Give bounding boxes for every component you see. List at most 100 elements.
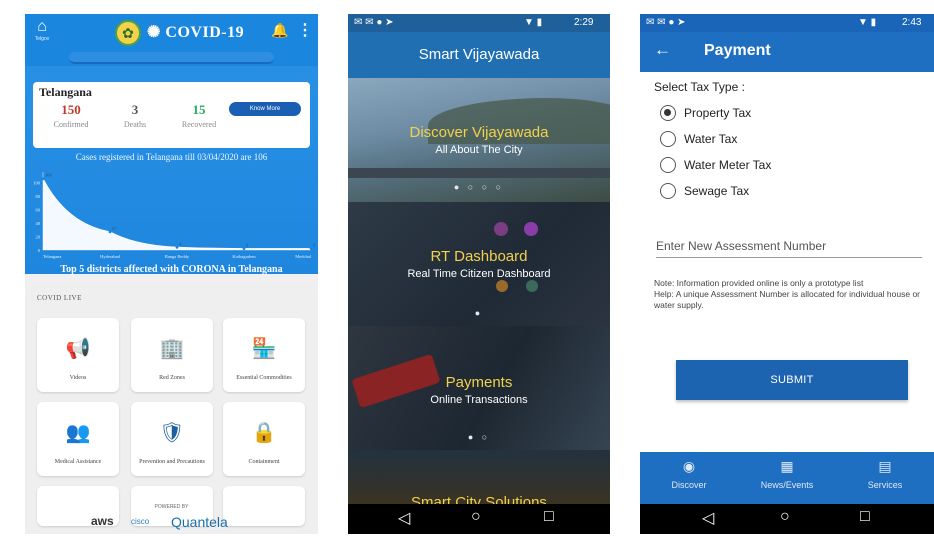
notification-bell-icon[interactable]: 🔔 xyxy=(271,22,288,39)
emblem-caption: Telgov xyxy=(34,36,50,42)
tile-videos[interactable]: 📢 Videos xyxy=(37,318,119,392)
x-tick-label: Medchal xyxy=(295,254,311,259)
store-icon: 🏪 xyxy=(251,338,277,360)
tile-label: Prevention and Precautions xyxy=(139,459,205,465)
rt-dashboard-subtitle: Real Time Citizen Dashboard xyxy=(407,268,551,280)
overflow-menu-icon[interactable]: ⋮ xyxy=(297,20,313,40)
radio-property-tax[interactable]: Property Tax xyxy=(660,104,890,122)
y-tick-label: 80 xyxy=(36,194,41,199)
data-label: 2 xyxy=(246,243,248,248)
help-note: Note: Information provided online is onl… xyxy=(654,278,930,311)
series-area xyxy=(43,178,311,250)
data-point xyxy=(175,245,179,249)
payments-panel[interactable]: Payments Online Transactions ● ○ xyxy=(348,326,610,450)
smart-city-panel[interactable]: Smart City Solutions xyxy=(348,450,610,504)
y-tick-label: 20 xyxy=(36,235,41,240)
tab-news-events[interactable]: ▦ News/Events xyxy=(738,452,836,504)
dashboard-icon xyxy=(524,222,538,236)
app-bar: Smart Vijayawada xyxy=(348,32,610,78)
tile-medical-assistance[interactable]: 👥 Medical Assistance xyxy=(37,402,119,476)
data-point xyxy=(108,230,112,234)
tab-label: Services xyxy=(867,480,903,490)
registered-note: Cases registered in Telangana till 03/04… xyxy=(75,152,268,162)
data-point xyxy=(309,247,313,251)
data-label: 27 xyxy=(112,226,117,231)
home-icon[interactable]: ○ xyxy=(471,508,481,526)
dashboard-icon xyxy=(494,222,508,236)
radio-button-selected[interactable] xyxy=(660,105,676,121)
signal-battery-icon: ▼ ▮ xyxy=(524,17,543,28)
tab-services[interactable]: ▤ Services xyxy=(836,452,934,504)
covid-live-title: COVID LIVE xyxy=(37,294,82,302)
home-icon[interactable]: ○ xyxy=(780,508,790,526)
confirmed-stat: 150 Confirmed xyxy=(41,102,101,129)
bridge-image xyxy=(348,168,610,178)
radio-water-tax[interactable]: Water Tax xyxy=(660,130,890,148)
x-tick-label: Ranga Reddy xyxy=(165,254,190,259)
tile-label: Medical Assistance xyxy=(54,459,102,465)
submit-button[interactable]: SUBMIT xyxy=(676,360,908,400)
app-title-text: COVID-19 xyxy=(165,24,245,41)
lock-icon: 🔒 xyxy=(251,422,277,444)
know-more-button[interactable]: Know More xyxy=(229,102,301,116)
back-icon[interactable]: ◁ xyxy=(702,508,714,528)
smart-city-heading: Smart City Solutions xyxy=(411,494,547,504)
tile-red-zones[interactable]: 🏢 Red Zones xyxy=(131,318,213,392)
y-tick-label: 100 xyxy=(33,181,41,186)
deaths-label: Deaths xyxy=(123,120,147,129)
radio-label: Water Tax xyxy=(684,132,738,146)
newspaper-icon: ▦ xyxy=(780,458,794,474)
tile-prevention[interactable]: 🛡 Prevention and Precautions xyxy=(131,402,213,476)
tab-discover[interactable]: ◉ Discover xyxy=(640,452,738,504)
chart-heading: Top 5 districts affected with CORONA in … xyxy=(60,264,283,275)
tile-label: Videos xyxy=(69,375,87,381)
radio-water-meter-tax[interactable]: Water Meter Tax xyxy=(660,156,890,174)
back-arrow-icon[interactable]: ← xyxy=(654,40,671,60)
tile-label: Containment xyxy=(248,459,280,465)
data-label: 2 xyxy=(313,243,315,248)
recovered-stat: 15 Recovered xyxy=(169,102,229,129)
payments-heading: Payments xyxy=(445,374,513,391)
cisco-logo: cisco xyxy=(131,517,150,526)
aws-logo: aws xyxy=(91,514,114,528)
carousel-dots[interactable]: ● xyxy=(348,308,610,318)
app-title: ✺ COVID-19 xyxy=(147,24,245,41)
tile-containment[interactable]: 🔒 Containment xyxy=(223,402,305,476)
rt-dashboard-heading: RT Dashboard xyxy=(430,248,528,265)
assessment-number-input[interactable] xyxy=(656,234,922,258)
radio-label: Property Tax xyxy=(684,106,752,120)
radio-label: Sewage Tax xyxy=(684,184,750,198)
notification-icons: ✉ ✉ ● ➤ xyxy=(646,17,686,28)
telangana-emblem-icon[interactable]: ⌂ Telgov xyxy=(31,18,53,44)
data-label: 4 xyxy=(179,241,182,246)
tab-label: News/Events xyxy=(760,480,814,490)
discover-heading: Discover Vijayawada xyxy=(409,124,549,141)
tax-type-label: Select Tax Type : xyxy=(654,80,745,94)
stats-card: Telangana 150 Confirmed 3 Deaths 15 Reco… xyxy=(33,82,310,148)
radio-button[interactable] xyxy=(660,183,676,199)
radio-button[interactable] xyxy=(660,131,676,147)
rt-dashboard-panel[interactable]: RT Dashboard Real Time Citizen Dashboard… xyxy=(348,202,610,326)
shield-icon: 🛡 xyxy=(159,422,185,444)
doctor-icon: 👥 xyxy=(65,422,91,444)
back-icon[interactable]: ◁ xyxy=(398,508,410,528)
recents-icon[interactable]: □ xyxy=(544,508,554,526)
confirmed-label: Confirmed xyxy=(53,120,89,129)
header-pill xyxy=(69,52,274,64)
discover-panel[interactable]: Discover Vijayawada All About The City ●… xyxy=(348,78,610,202)
eye-icon: ◉ xyxy=(682,458,696,474)
android-nav-bar: ◁ ○ □ xyxy=(348,504,610,534)
tile-essential-commodities[interactable]: 🏪 Essential Commodities xyxy=(223,318,305,392)
radio-button[interactable] xyxy=(660,157,676,173)
recents-icon[interactable]: □ xyxy=(860,508,870,526)
x-tick-label: Kothagudem xyxy=(232,254,256,259)
status-bar: ✉ ✉ ● ➤ ▼ ▮ 2:43 xyxy=(640,14,934,32)
status-bar: ✉ ✉ ● ➤ ▼ ▮ 2:29 xyxy=(348,14,610,32)
building-icon: 🏢 xyxy=(159,338,185,360)
x-tick-label: Telangana xyxy=(43,254,61,259)
sponsor-logos: aws cisco Quantela xyxy=(91,514,271,532)
carousel-dots[interactable]: ● ○ xyxy=(348,432,610,442)
carousel-dots[interactable]: ● ○ ○ ○ xyxy=(348,182,610,192)
quantela-logo: Quantela xyxy=(171,514,228,530)
radio-sewage-tax[interactable]: Sewage Tax xyxy=(660,182,890,200)
